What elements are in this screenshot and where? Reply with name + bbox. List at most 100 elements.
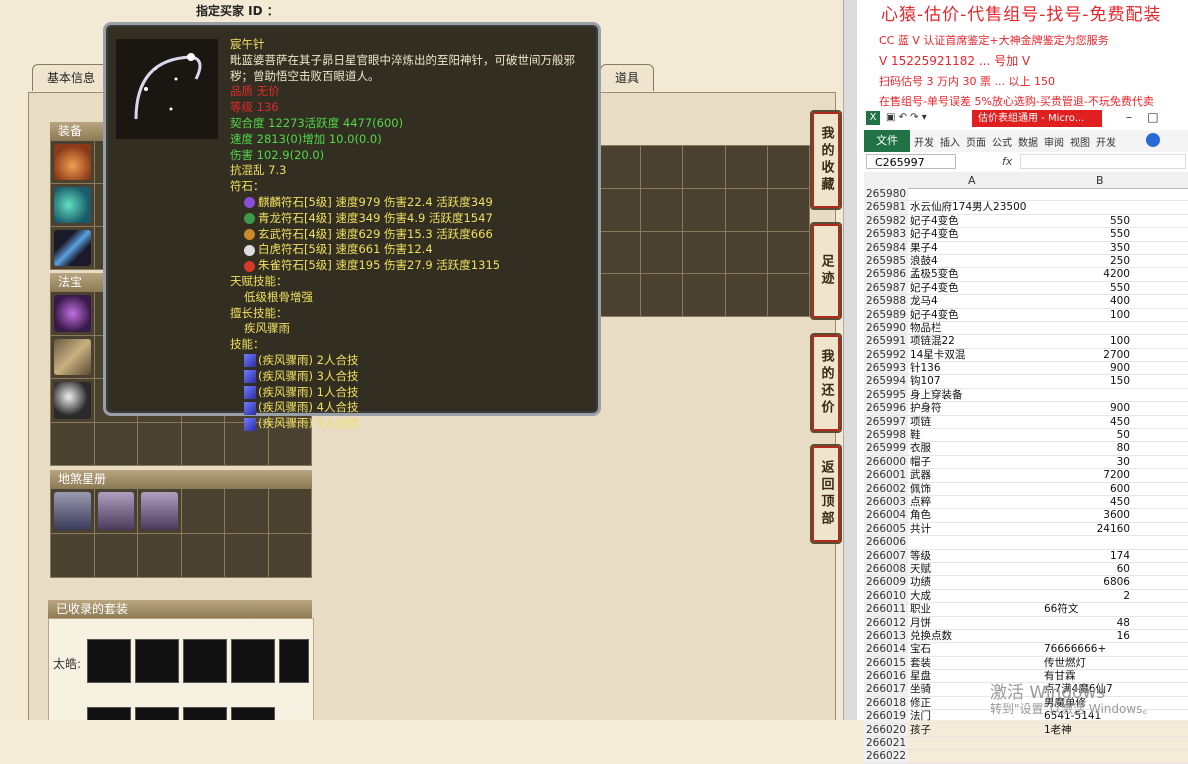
row-number[interactable]: 266005 xyxy=(864,522,908,536)
ribbon-tab[interactable]: 开发 xyxy=(1096,134,1116,149)
sheet-row[interactable]: 265999 衣服 80 xyxy=(864,442,1188,456)
row-number[interactable]: 265984 xyxy=(864,241,908,254)
fabao-slot[interactable] xyxy=(51,335,94,378)
row-number[interactable]: 266011 xyxy=(864,603,908,616)
disha-slot[interactable] xyxy=(51,533,94,577)
cell-a[interactable]: 妃子4变色 xyxy=(910,309,1044,321)
sheet-row[interactable]: 265982 妃子4变色 550 xyxy=(864,214,1188,229)
row-number[interactable]: 266000 xyxy=(864,455,908,469)
disha-slot[interactable] xyxy=(181,533,224,577)
row-number[interactable]: 266020 xyxy=(864,723,908,737)
sheet-row[interactable]: 265986 孟极5变色 4200 xyxy=(864,268,1188,282)
sheet-row[interactable]: 266000 帽子 30 xyxy=(864,455,1188,470)
sheet-row[interactable]: 266012 月饼 48 xyxy=(864,616,1188,630)
row-number[interactable]: 266010 xyxy=(864,589,908,603)
cell-b[interactable]: 传世燃灯 xyxy=(1044,657,1130,669)
row-number[interactable]: 266007 xyxy=(864,549,908,562)
suit-item-icon[interactable] xyxy=(231,639,275,683)
sheet-row[interactable]: 266003 点粹 450 xyxy=(864,495,1188,510)
suit-item-icon[interactable] xyxy=(135,707,179,720)
back-to-top-button[interactable]: 返回顶部 xyxy=(810,444,842,544)
cell-a[interactable]: 14星卡双混 xyxy=(910,349,1044,361)
equip-slot[interactable] xyxy=(51,141,94,183)
cell-a[interactable]: 套装 xyxy=(910,657,1044,669)
disha-slot[interactable] xyxy=(225,489,268,533)
cell-a[interactable]: 宝石 xyxy=(910,643,1044,655)
row-number[interactable]: 266018 xyxy=(864,696,908,710)
sheet-row[interactable]: 266011 职业 66符文 xyxy=(864,603,1188,617)
suit-item-icon[interactable] xyxy=(183,707,227,720)
cell-a[interactable]: 项链 xyxy=(910,416,1044,428)
fabao-slot[interactable] xyxy=(51,292,94,335)
cell-a[interactable]: 帽子 xyxy=(910,456,1044,468)
row-number[interactable]: 265987 xyxy=(864,281,908,295)
row-number[interactable]: 266019 xyxy=(864,710,908,723)
sheet-row[interactable]: 266022 xyxy=(864,750,1188,764)
cell-a[interactable]: 功绩 xyxy=(910,576,1044,588)
ribbon-tab[interactable]: 页面 xyxy=(966,134,986,149)
column-header-b[interactable]: B xyxy=(1096,174,1104,187)
suit-item-icon[interactable] xyxy=(279,639,309,683)
cell-a[interactable]: 物品栏 xyxy=(910,322,1044,334)
row-number[interactable]: 265992 xyxy=(864,348,908,362)
sheet-row[interactable]: 265980 xyxy=(864,188,1188,202)
sheet-row[interactable]: 265989 妃子4变色 100 xyxy=(864,308,1188,322)
sheet-row[interactable]: 266008 天赋 60 xyxy=(864,562,1188,577)
row-number[interactable]: 266003 xyxy=(864,495,908,509)
row-number[interactable]: 266006 xyxy=(864,536,908,549)
cell-b[interactable]: 250 xyxy=(1044,255,1130,267)
cell-a[interactable]: 果子4 xyxy=(910,242,1044,254)
sheet-row[interactable]: 266005 共计 24160 xyxy=(864,522,1188,537)
sheet-row[interactable]: 266009 功绩 6806 xyxy=(864,576,1188,590)
cell-a[interactable]: 妃子4变色 xyxy=(910,228,1044,240)
ribbon-tab[interactable]: 公式 xyxy=(992,134,1012,149)
cell-a[interactable]: 妃子4变色 xyxy=(910,282,1044,294)
cell-a[interactable]: 共计 xyxy=(910,523,1044,535)
sheet-row[interactable]: 266013 兑换点数 16 xyxy=(864,629,1188,644)
cell-b[interactable]: 66符文 xyxy=(1044,603,1130,615)
sheet-row[interactable]: 266020 孩子 1老神 xyxy=(864,723,1188,738)
cell-b[interactable]: 3600 xyxy=(1044,509,1130,521)
ribbon-tab[interactable]: 开发 xyxy=(914,134,934,149)
ribbon-tab[interactable]: 插入 xyxy=(940,134,960,149)
cell-b[interactable]: 900 xyxy=(1044,362,1130,374)
row-number[interactable]: 266022 xyxy=(864,750,908,763)
cell-b[interactable]: 550 xyxy=(1044,282,1130,294)
sheet-row[interactable]: 266001 武器 7200 xyxy=(864,469,1188,483)
row-number[interactable]: 265996 xyxy=(864,402,908,415)
sheet-row[interactable]: 266002 佩饰 600 xyxy=(864,482,1188,496)
ribbon-tab[interactable]: 审阅 xyxy=(1044,134,1064,149)
disha-slot[interactable] xyxy=(51,489,94,533)
equip-slot[interactable] xyxy=(51,184,94,226)
formula-input[interactable] xyxy=(1020,154,1186,169)
cell-a[interactable]: 身上穿装备 xyxy=(910,389,1044,401)
row-number[interactable]: 266017 xyxy=(864,683,908,696)
disha-slot[interactable] xyxy=(138,533,181,577)
cell-b[interactable]: 600 xyxy=(1044,483,1130,495)
cell-b[interactable]: 550 xyxy=(1044,215,1130,227)
sheet-row[interactable]: 266004 角色 3600 xyxy=(864,509,1188,523)
page-scrollbar[interactable] xyxy=(843,0,857,720)
sheet-row[interactable]: 266006 xyxy=(864,536,1188,550)
inventory-slot[interactable] xyxy=(767,188,809,231)
cell-b[interactable]: 900 xyxy=(1044,402,1130,414)
cell-a[interactable]: 钩107 xyxy=(910,375,1044,387)
inventory-slot[interactable] xyxy=(725,146,767,188)
inventory-slot[interactable] xyxy=(725,188,767,231)
cell-a[interactable]: 武器 xyxy=(910,469,1044,481)
inventory-slot[interactable] xyxy=(683,188,725,231)
row-number[interactable]: 265994 xyxy=(864,375,908,388)
inventory-slot[interactable] xyxy=(599,146,641,188)
disha-slot[interactable] xyxy=(225,533,268,577)
cell-a[interactable]: 兑换点数 xyxy=(910,630,1044,642)
disha-slot[interactable] xyxy=(94,533,137,577)
cell-b[interactable]: 30 xyxy=(1044,456,1130,468)
sheet-row[interactable]: 265990 物品栏 xyxy=(864,321,1188,336)
inventory-slot[interactable] xyxy=(599,274,641,316)
inventory-slot[interactable] xyxy=(599,188,641,231)
row-number[interactable]: 265998 xyxy=(864,429,908,442)
sheet-row[interactable]: 265988 龙马4 400 xyxy=(864,295,1188,309)
sheet-row[interactable]: 265981 水云仙府174男人23500 xyxy=(864,201,1188,215)
cell-a[interactable]: 月饼 xyxy=(910,617,1044,629)
inventory-slot[interactable] xyxy=(725,231,767,274)
